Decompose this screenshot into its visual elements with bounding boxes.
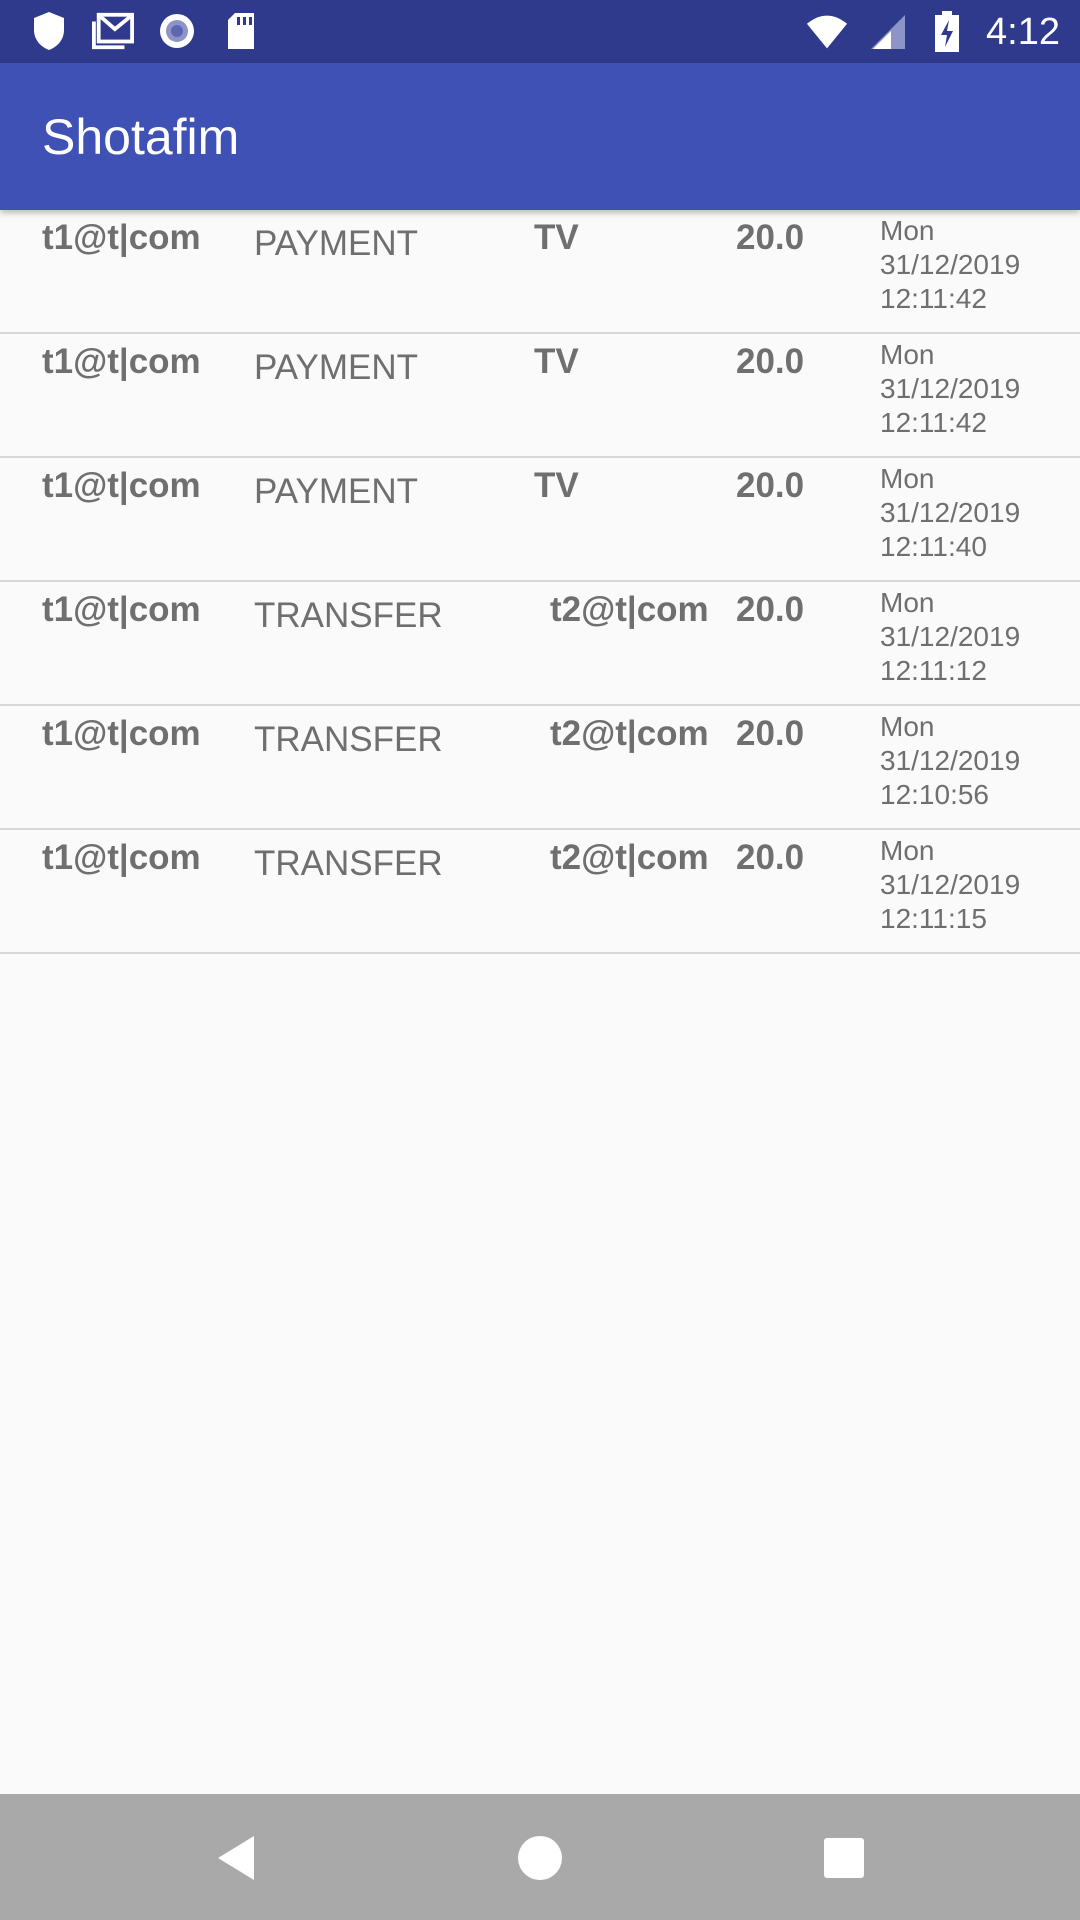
transaction-day: Mon [880,711,935,742]
transaction-day: Mon [880,463,935,494]
transaction-day: Mon [880,215,935,246]
transaction-target: t2@t|com [550,590,709,629]
transaction-user: t1@t|com [42,218,201,257]
transaction-target: t2@t|com [550,838,709,877]
wifi-icon [806,11,848,53]
transaction-date: 31/12/2019 [880,373,1021,404]
record-icon [156,10,198,52]
transaction-row[interactable]: t1@t|com PAYMENT TV 20.0 Mon 31/12/2019 … [0,334,1080,458]
transaction-target: TV [534,218,579,257]
transaction-amount: 20.0 [736,342,805,381]
navigation-bar [0,1794,1080,1920]
transaction-target: TV [534,342,579,381]
gmail-icon [92,10,134,52]
transaction-day: Mon [880,835,935,866]
status-time: 4:12 [986,11,1060,53]
transaction-type: PAYMENT [254,224,418,263]
transaction-date: 31/12/2019 [880,869,1021,900]
transaction-amount: 20.0 [736,590,805,629]
transaction-user: t1@t|com [42,714,201,753]
transaction-date: 31/12/2019 [880,497,1021,528]
app-title: Shotafim [42,109,240,165]
transaction-datetime: Mon 31/12/2019 12:11:40 [880,462,1020,564]
transaction-type: PAYMENT [254,472,418,511]
recents-icon[interactable] [818,1832,870,1884]
transaction-date: 31/12/2019 [880,249,1021,280]
transaction-time: 12:11:15 [880,903,987,934]
transaction-amount: 20.0 [736,466,805,505]
transaction-time: 12:11:12 [880,655,987,686]
transaction-datetime: Mon 31/12/2019 12:11:12 [880,586,1020,688]
signal-icon [866,11,908,53]
status-bar: 4:12 [0,0,1080,63]
home-icon[interactable] [514,1832,566,1884]
transaction-datetime: Mon 31/12/2019 12:11:15 [880,834,1020,936]
transaction-row[interactable]: t1@t|com TRANSFER t2@t|com 20.0 Mon 31/1… [0,830,1080,954]
transaction-user: t1@t|com [42,466,201,505]
transaction-day: Mon [880,587,935,618]
transaction-type: TRANSFER [254,596,443,635]
transaction-time: 12:11:40 [880,531,987,562]
transaction-row[interactable]: t1@t|com TRANSFER t2@t|com 20.0 Mon 31/1… [0,706,1080,830]
transaction-type: TRANSFER [254,844,443,883]
transaction-type: PAYMENT [254,348,418,387]
sd-card-icon [220,10,262,52]
shield-icon [28,10,70,52]
transaction-date: 31/12/2019 [880,621,1021,652]
transaction-amount: 20.0 [736,838,805,877]
transaction-time: 12:11:42 [880,407,987,438]
transaction-row[interactable]: t1@t|com PAYMENT TV 20.0 Mon 31/12/2019 … [0,458,1080,582]
transaction-row[interactable]: t1@t|com PAYMENT TV 20.0 Mon 31/12/2019 … [0,210,1080,334]
transaction-target: TV [534,466,579,505]
transaction-amount: 20.0 [736,218,805,257]
back-icon[interactable] [212,1832,264,1884]
transaction-datetime: Mon 31/12/2019 12:11:42 [880,338,1020,440]
transaction-time: 12:10:56 [880,779,989,810]
transaction-time: 12:11:42 [880,283,987,314]
transaction-day: Mon [880,339,935,370]
transaction-row[interactable]: t1@t|com TRANSFER t2@t|com 20.0 Mon 31/1… [0,582,1080,706]
transaction-date: 31/12/2019 [880,745,1021,776]
transaction-target: t2@t|com [550,714,709,753]
battery-charging-icon [926,11,968,53]
transaction-type: TRANSFER [254,720,443,759]
transaction-list[interactable]: t1@t|com PAYMENT TV 20.0 Mon 31/12/2019 … [0,210,1080,954]
transaction-user: t1@t|com [42,590,201,629]
transaction-user: t1@t|com [42,342,201,381]
transaction-datetime: Mon 31/12/2019 12:11:42 [880,214,1020,316]
transaction-amount: 20.0 [736,714,805,753]
app-bar: Shotafim [0,63,1080,210]
transaction-datetime: Mon 31/12/2019 12:10:56 [880,710,1020,812]
transaction-user: t1@t|com [42,838,201,877]
